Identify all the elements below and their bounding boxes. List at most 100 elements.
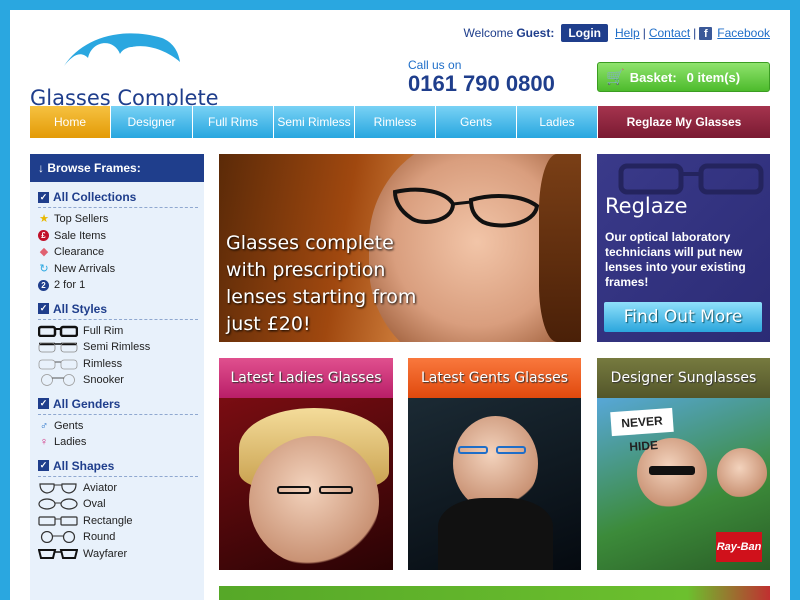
basket-count: 0 item(s)	[686, 69, 741, 85]
hero-banner[interactable]: Glasses complete with prescription lense…	[219, 154, 581, 342]
item-label: Sale Items	[54, 229, 106, 242]
rayban-logo: Ray-Ban	[716, 532, 762, 562]
item-label: Ladies	[54, 436, 87, 448]
login-button[interactable]: Login	[561, 24, 608, 42]
sunglasses-image: NEVER HIDE Ray-Ban	[597, 398, 770, 570]
guest-label: Guest:	[516, 26, 555, 40]
hero-glasses-graphic	[392, 187, 540, 228]
nav-rimless[interactable]: Rimless	[355, 106, 436, 138]
sidebar-item-2-for-1[interactable]: 2 2 for 1	[38, 277, 198, 294]
sidebar-item-top-sellers[interactable]: ★ Top Sellers	[38, 211, 198, 228]
welcome-label: Welcome	[463, 26, 514, 40]
promo-ladies-glasses[interactable]: Latest Ladies Glasses	[219, 358, 393, 570]
item-label: Wayfarer	[83, 547, 128, 560]
never-hide-sign: NEVER HIDE	[610, 407, 674, 454]
item-label: Round	[83, 531, 116, 543]
checkbox-icon[interactable]: ✓	[38, 398, 49, 409]
hero-headline: Glasses complete with prescription lense…	[226, 232, 417, 335]
male-icon: ♂	[39, 419, 49, 432]
help-link[interactable]: Help	[615, 26, 640, 40]
nav-full-rims[interactable]: Full Rims	[193, 106, 274, 138]
all-shapes-filter[interactable]: ✓ All Shapes	[38, 459, 198, 477]
all-genders-filter[interactable]: ✓ All Genders	[38, 397, 198, 415]
reglaze-title: Reglaze	[605, 194, 688, 218]
logo[interactable]: Glasses Complete	[30, 28, 220, 110]
facebook-link[interactable]: Facebook	[717, 26, 770, 40]
bottom-banner-strip	[219, 586, 770, 600]
nav-ladies[interactable]: Ladies	[517, 106, 598, 138]
sidebar-item-clearance[interactable]: ◆ Clearance	[38, 244, 198, 261]
model-glasses-right	[496, 446, 526, 454]
all-styles-filter[interactable]: ✓ All Styles	[38, 302, 198, 320]
basket-button[interactable]: 🛒 Basket: 0 item(s)	[597, 62, 770, 92]
find-out-more-button[interactable]: Find Out More	[604, 302, 762, 332]
tag-icon: ◆	[39, 246, 49, 258]
browse-frames-header: ↓ Browse Frames:	[30, 154, 204, 182]
promo-title: Designer Sunglasses	[597, 358, 770, 398]
main-nav: Home Designer Full Rims Semi Rimless Rim…	[30, 106, 770, 138]
gents-glasses-image	[408, 398, 581, 570]
rimless-glasses-icon	[38, 359, 78, 370]
genders-group: ✓ All Genders ♂ Gents ♀ Ladies	[30, 389, 204, 451]
item-label: Full Rim	[83, 324, 124, 337]
contact-link[interactable]: Contact	[649, 26, 690, 40]
sidebar-item-semi-rimless[interactable]: Semi Rimless	[38, 339, 198, 356]
item-label: New Arrivals	[54, 262, 116, 275]
sidebar-item-ladies[interactable]: ♀ Ladies	[38, 434, 198, 451]
nav-gents[interactable]: Gents	[436, 106, 517, 138]
model-glasses-left	[277, 486, 311, 494]
checkbox-icon[interactable]: ✓	[38, 303, 49, 314]
item-label: Oval	[83, 498, 106, 510]
item-label: Rectangle	[83, 514, 133, 527]
nav-home[interactable]: Home	[30, 106, 111, 138]
sidebar-item-rimless[interactable]: Rimless	[38, 356, 198, 373]
browse-frames-title: Browse Frames:	[47, 161, 141, 175]
shapes-group: ✓ All Shapes Aviator Oval Rectangle Roun…	[30, 451, 204, 563]
promo-title: Latest Gents Glasses	[408, 358, 581, 398]
two-icon: 2	[38, 279, 49, 291]
ladies-glasses-image	[219, 398, 393, 570]
sidebar-item-oval[interactable]: Oval	[38, 496, 198, 513]
nav-reglaze-my-glasses[interactable]: Reglaze My Glasses	[598, 106, 770, 138]
snooker-glasses-icon	[41, 374, 75, 387]
promo-designer-sunglasses[interactable]: Designer Sunglasses NEVER HIDE Ray-Ban	[597, 358, 770, 570]
promo-title: Latest Ladies Glasses	[219, 358, 393, 398]
item-label: Clearance	[54, 246, 105, 258]
welcome-bar: Welcome Guest: Login Help | Contact | f …	[464, 24, 770, 42]
link-separator: |	[693, 26, 697, 40]
nav-designer[interactable]: Designer	[111, 106, 193, 138]
sidebar-item-rectangle[interactable]: Rectangle	[38, 513, 198, 530]
model-glasses-right	[319, 486, 353, 494]
wayfarer-glasses-icon	[38, 548, 78, 559]
model-body	[438, 498, 553, 570]
group-title: All Shapes	[53, 458, 115, 473]
sidebar-item-full-rim[interactable]: Full Rim	[38, 323, 198, 340]
collections-group: ✓ All Collections ★ Top Sellers £ Sale Ite…	[30, 182, 204, 294]
nav-semi-rimless[interactable]: Semi Rimless	[274, 106, 355, 138]
sidebar-item-gents[interactable]: ♂ Gents	[38, 418, 198, 435]
call-us-label: Call us on	[408, 58, 462, 72]
sidebar-item-sale-items[interactable]: £ Sale Items	[38, 228, 198, 245]
item-label: Semi Rimless	[83, 341, 151, 353]
sidebar-item-new-arrivals[interactable]: ↻ New Arrivals	[38, 261, 198, 278]
group-title: All Styles	[53, 301, 108, 316]
reglaze-description: Our optical laboratory technicians will …	[605, 230, 746, 289]
checkbox-icon[interactable]: ✓	[38, 460, 49, 471]
refresh-icon: ↻	[39, 262, 49, 275]
sidebar-item-aviator[interactable]: Aviator	[38, 480, 198, 497]
model-face	[453, 416, 538, 511]
sidebar-item-round[interactable]: Round	[38, 529, 198, 546]
facebook-icon[interactable]: f	[699, 26, 713, 40]
oval-glasses-icon	[38, 498, 78, 510]
reglaze-panel[interactable]: Reglaze Our optical laboratory technicia…	[597, 154, 770, 342]
star-icon: ★	[39, 213, 49, 225]
logo-wave-icon	[64, 33, 180, 66]
promo-gents-glasses[interactable]: Latest Gents Glasses	[408, 358, 581, 570]
sidebar-item-wayfarer[interactable]: Wayfarer	[38, 546, 198, 563]
checkbox-icon[interactable]: ✓	[38, 191, 49, 203]
all-collections-filter[interactable]: ✓ All Collections	[38, 190, 198, 208]
item-label: Snooker	[83, 374, 124, 386]
sidebar-item-snooker[interactable]: Snooker	[38, 372, 198, 389]
browse-sidebar: ↓ Browse Frames: ✓ All Collections ★ Top …	[30, 154, 204, 600]
item-label: Top Sellers	[54, 213, 109, 225]
